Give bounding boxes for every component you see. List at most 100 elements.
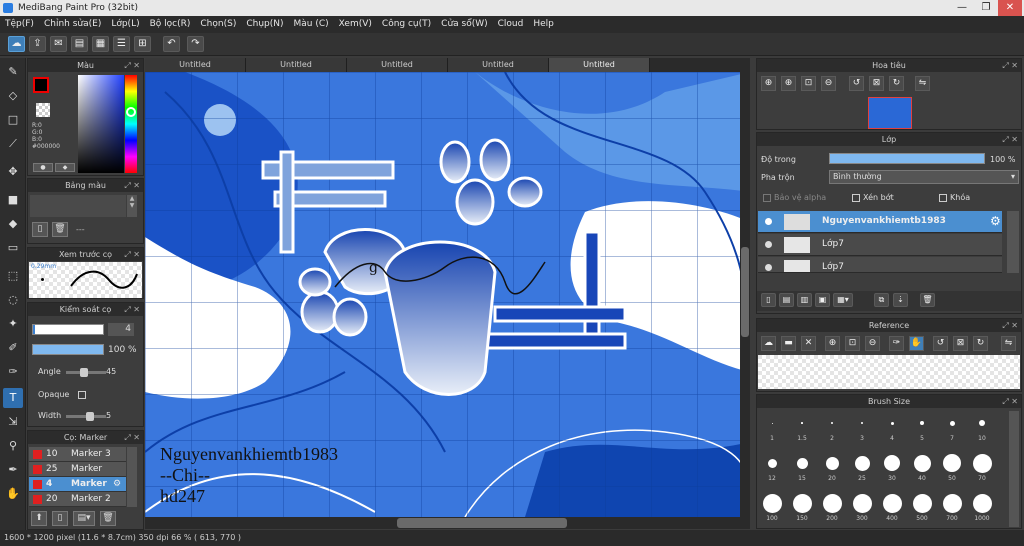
wand-tool-icon[interactable]: ✦ [3, 314, 23, 334]
brush-size-dot[interactable] [825, 456, 839, 470]
menu-window[interactable]: Cửa sổ(W) [436, 16, 492, 33]
list-icon[interactable]: ☰ [113, 36, 130, 52]
brush-size-dot[interactable] [972, 453, 992, 473]
close-ref-icon[interactable]: ✕ [801, 336, 816, 351]
select-tool-icon[interactable]: ⬚ [3, 266, 23, 286]
zoom-out-icon[interactable]: ⊖ [821, 76, 836, 91]
duplicate-layer-icon[interactable]: ⧉ [874, 293, 889, 307]
layer-row[interactable]: Lớp7 [758, 234, 1002, 256]
fill-rect-icon[interactable]: ■ [3, 190, 23, 210]
brush-item[interactable]: 25 Marker [29, 462, 126, 477]
rect-tool-icon[interactable]: □ [3, 110, 23, 130]
reset-view-icon[interactable]: ⊠ [869, 76, 884, 91]
ref-zoom-out-icon[interactable]: ⊖ [865, 336, 880, 351]
layer-row-selected[interactable]: Nguyenvankhiemtb1983 ⚙ [758, 211, 1002, 233]
menu-tools[interactable]: Công cụ(T) [377, 16, 436, 33]
close-button[interactable]: ✕ [998, 0, 1022, 16]
color-mode-button[interactable]: ● [33, 163, 53, 172]
brush-size-dot[interactable] [882, 493, 902, 513]
pen-tool-icon[interactable]: ✒ [3, 460, 23, 480]
new-brush-icon[interactable]: ▯ [52, 511, 68, 526]
brush-size-dot[interactable] [920, 421, 924, 425]
rotate-right-icon[interactable]: ↻ [889, 76, 904, 91]
comment-icon[interactable]: ✉ [50, 36, 67, 52]
foreground-color[interactable] [33, 77, 49, 93]
brush-size-dot[interactable] [762, 493, 782, 513]
tab-untitled-5[interactable]: Untitled [549, 58, 650, 72]
brush-size-dot[interactable] [852, 493, 872, 513]
delete-brush-icon[interactable]: 🗑 [100, 511, 116, 526]
ref-eyedropper-icon[interactable]: ✑ [889, 336, 904, 351]
tab-untitled-2[interactable]: Untitled [246, 58, 347, 72]
zoom-in-icon[interactable]: ⊕ [761, 76, 776, 91]
fit-icon[interactable]: ⊡ [801, 76, 816, 91]
ref-rotate-left-icon[interactable]: ↺ [933, 336, 948, 351]
bucket-tool-icon[interactable]: ◆ [3, 214, 23, 234]
rotate-left-icon[interactable]: ↺ [849, 76, 864, 91]
hue-slider[interactable] [125, 75, 137, 173]
brush-menu-icon[interactable]: ▤▾ [73, 511, 95, 526]
move-tool-icon[interactable]: ✥ [3, 162, 23, 182]
menu-file[interactable]: Tệp(F) [0, 16, 39, 33]
brush-item[interactable]: 10 Marker 3 [29, 447, 126, 462]
blend-mode-select[interactable]: Bình thường ▾ [829, 170, 1019, 184]
brush-size-dot[interactable] [979, 420, 985, 426]
transparent-color[interactable] [36, 103, 50, 117]
brush-tool-icon[interactable]: ✎ [3, 62, 23, 82]
new-palette-icon[interactable]: ▯ [32, 222, 48, 237]
ref-zoom-in-icon[interactable]: ⊕ [825, 336, 840, 351]
brush-size-dot[interactable] [949, 420, 955, 426]
new-halftone-icon[interactable]: ▤ [779, 293, 794, 307]
add-brush-icon[interactable]: ⬆ [31, 511, 47, 526]
brush-size-dot[interactable] [860, 421, 864, 425]
canvas[interactable]: g Nguyenvankhiemtb1983 --Chi-- hd247 [145, 72, 750, 517]
ref-flip-icon[interactable]: ⇋ [1001, 336, 1016, 351]
cloud-icon[interactable]: ☁ [8, 36, 25, 52]
brush-size-dot[interactable] [884, 455, 900, 471]
new-8bit-icon[interactable]: ▥ [797, 293, 812, 307]
lock-checkbox[interactable]: Khóa [939, 193, 970, 202]
menu-cloud[interactable]: Cloud [493, 16, 529, 33]
tab-untitled-3[interactable]: Untitled [347, 58, 448, 72]
cloud-download-icon[interactable]: ☁ [761, 336, 776, 351]
canvas-hscroll[interactable] [145, 517, 750, 529]
document-icon[interactable]: ▤ [71, 36, 88, 52]
ref-rotate-right-icon[interactable]: ↻ [973, 336, 988, 351]
brush-size-dot[interactable] [767, 458, 777, 468]
navigator-thumbnail[interactable] [868, 97, 912, 129]
layer-opacity-slider[interactable] [829, 153, 985, 164]
menu-layer[interactable]: Lớp(L) [106, 16, 144, 33]
protect-alpha-checkbox[interactable]: Bảo vệ alpha [763, 193, 826, 202]
canvas-vscroll[interactable] [740, 72, 750, 517]
open-folder-icon[interactable]: ▬ [781, 336, 796, 351]
clip-checkbox[interactable]: Xén bớt [852, 193, 894, 202]
gradient-tool-icon[interactable]: ▭ [3, 238, 23, 258]
maximize-button[interactable]: ❐ [974, 0, 998, 16]
brush-size-dot[interactable] [943, 454, 961, 472]
menu-view[interactable]: Xem(V) [334, 16, 377, 33]
brush-size-scroll[interactable] [1009, 411, 1019, 527]
merge-layer-icon[interactable]: ⇣ [893, 293, 908, 307]
menu-help[interactable]: Help [528, 16, 559, 33]
menu-color[interactable]: Màu (C) [289, 16, 334, 33]
undo-icon[interactable]: ↶ [163, 36, 180, 52]
brush-size-dot[interactable] [831, 422, 833, 424]
ref-hand-icon[interactable]: ✋ [909, 336, 924, 351]
brush-size-dot[interactable] [912, 493, 932, 513]
layer-menu-icon[interactable]: ▦▾ [833, 293, 853, 307]
selerase-tool-icon[interactable]: ✑ [3, 362, 23, 382]
palette-scroll[interactable]: ▲ ▼ [127, 195, 137, 217]
operation-tool-icon[interactable]: ⇲ [3, 412, 23, 432]
page-icon[interactable]: ▦ [92, 36, 109, 52]
brush-opacity-slider[interactable] [32, 344, 104, 355]
angle-slider[interactable] [66, 368, 106, 377]
layer-row[interactable]: Lớp7 [758, 257, 1002, 273]
lasso-tool-icon[interactable]: ◌ [3, 290, 23, 310]
minimize-button[interactable]: — [950, 0, 974, 16]
brush-size-dot[interactable] [854, 455, 870, 471]
tab-untitled-4[interactable]: Untitled [448, 58, 549, 72]
trash-icon[interactable]: 🗑 [52, 222, 68, 237]
brush-size-dot[interactable] [942, 493, 962, 513]
brush-size-dot[interactable] [890, 421, 894, 425]
tab-untitled-1[interactable]: Untitled [145, 58, 246, 72]
